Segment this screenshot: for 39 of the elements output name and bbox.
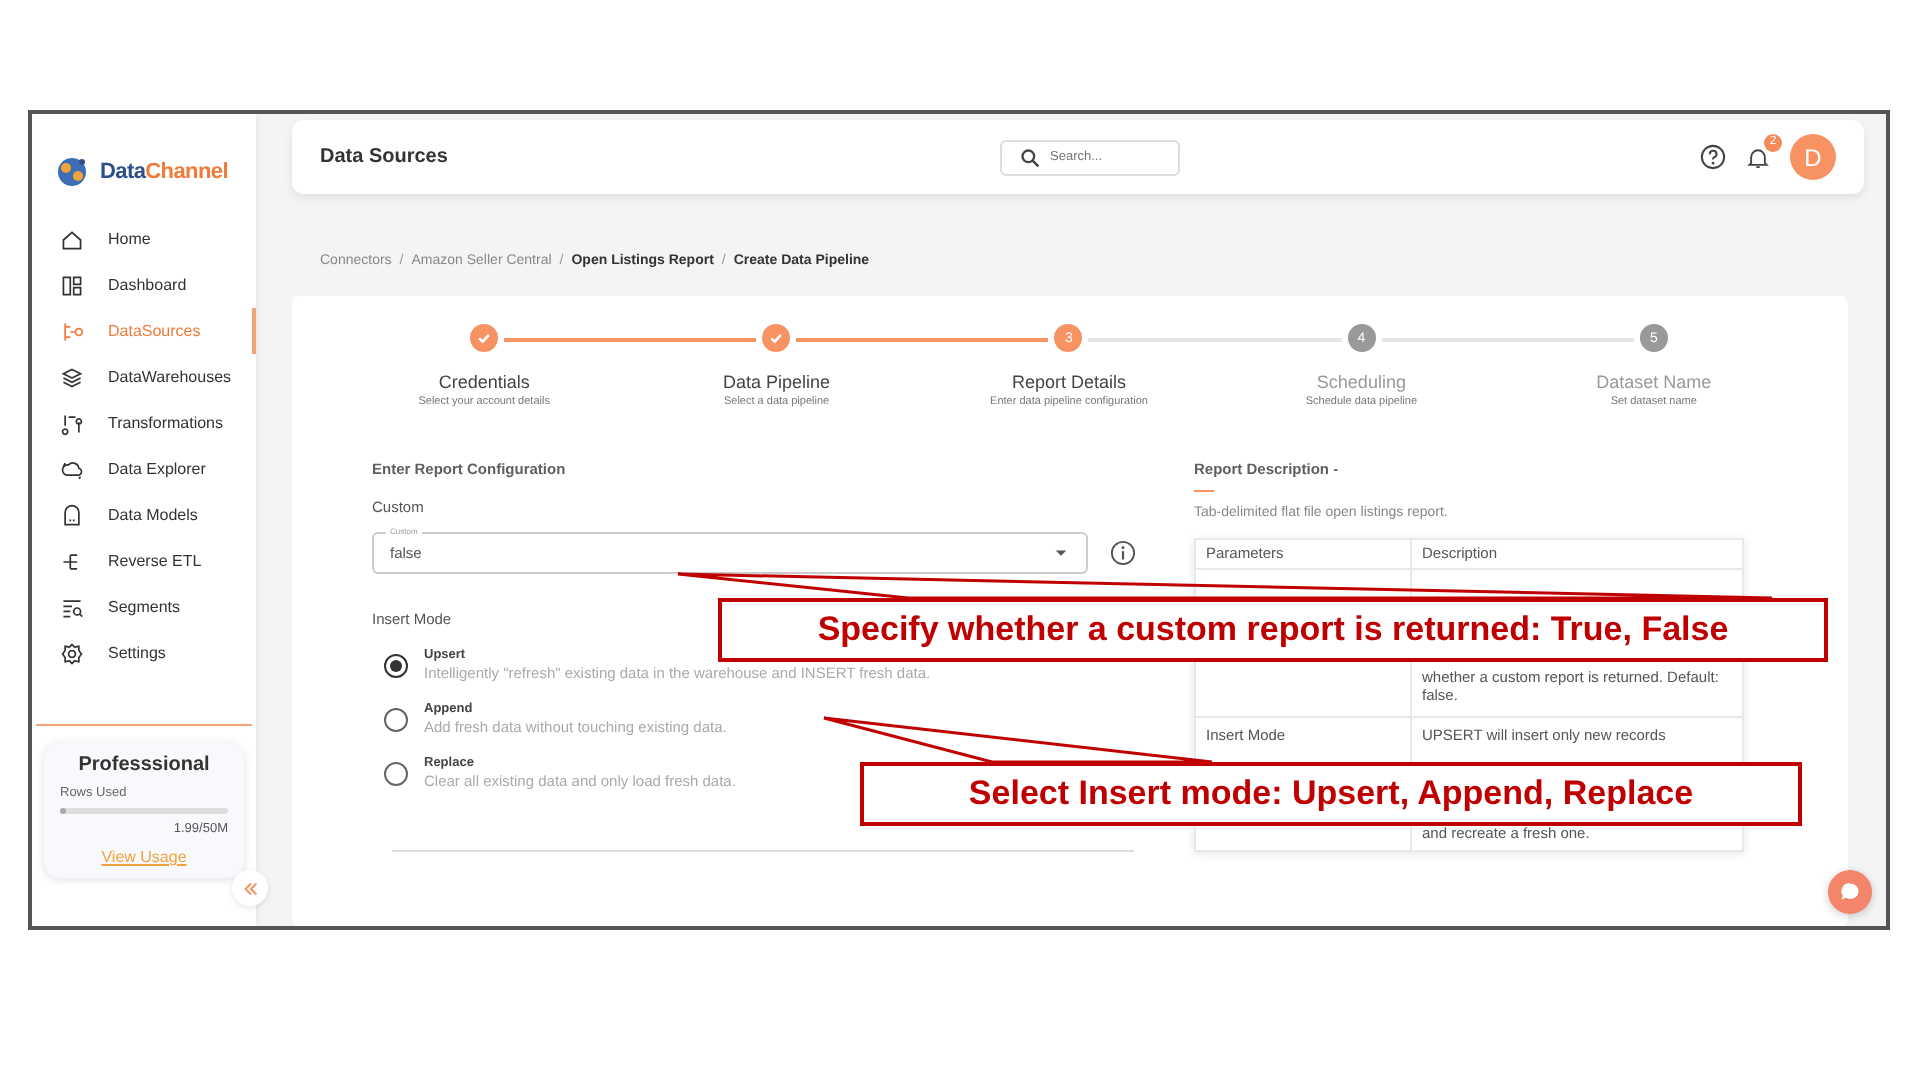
step-title: Report Details [1011, 372, 1126, 392]
settings-icon [60, 641, 84, 665]
dropdown-caret-icon [1054, 546, 1068, 560]
help-icon[interactable] [1700, 144, 1726, 170]
home-icon [60, 227, 84, 251]
brand-name: DataChannel [100, 160, 228, 184]
step-title: Dataset Name [1596, 372, 1712, 392]
globe-logo-icon [52, 152, 92, 192]
bell-icon[interactable] [1746, 145, 1770, 169]
sidebar-item[interactable]: Reverse ETL [32, 538, 256, 584]
chat-bubble-icon [1838, 880, 1862, 904]
sidebar-item[interactable]: Data Models [32, 492, 256, 538]
cloud-icon [60, 457, 84, 481]
annotation-callout: Select Insert mode: Upsert, Append, Replace [860, 762, 1802, 826]
flow-icon [60, 319, 84, 343]
sidebar-item[interactable]: Transformations [32, 400, 256, 446]
radio-button[interactable] [384, 707, 408, 731]
radio-button[interactable] [384, 653, 408, 677]
sidebar-item[interactable]: Dashboard [32, 262, 256, 308]
layers-icon [60, 365, 84, 389]
step-title: Scheduling [1316, 372, 1406, 392]
sidebar-item[interactable]: Settings [32, 630, 256, 676]
page-title: Data Sources [320, 146, 450, 168]
double-chevron-icon [241, 879, 259, 897]
dashboard-icon [60, 273, 84, 297]
search-icon [1020, 147, 1040, 167]
radio-button[interactable] [384, 761, 408, 785]
step-title: Data Pipeline [723, 372, 831, 392]
annotation-callout: Specify whether a custom report is returned: True, False [718, 598, 1828, 662]
check-icon [768, 330, 785, 346]
check-icon [476, 330, 493, 346]
step-title: Credentials [438, 372, 530, 392]
sidebar-item[interactable]: DataWarehouses [32, 354, 256, 400]
info-icon[interactable] [1110, 540, 1136, 566]
sidebar-item[interactable]: Data Explorer [32, 446, 256, 492]
sidebar-item[interactable]: Home [32, 216, 256, 262]
list-search-icon [60, 595, 84, 619]
plan-name: Professsional [76, 754, 212, 776]
sidebar-item[interactable]: Segments [32, 584, 256, 630]
